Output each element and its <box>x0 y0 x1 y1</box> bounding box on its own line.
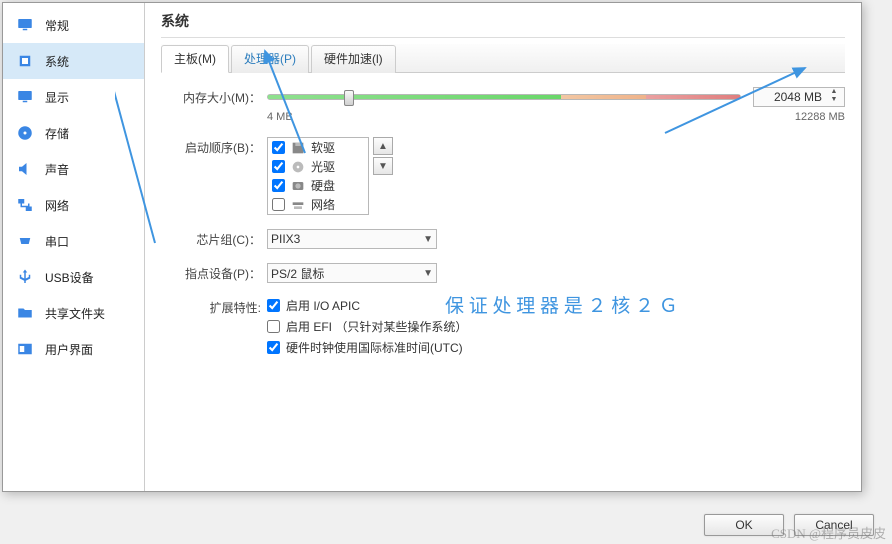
memory-spinner[interactable]: 2048 MB ▲ ▼ <box>753 87 845 107</box>
hdd-icon <box>290 178 306 194</box>
boot-checkbox[interactable] <box>272 198 285 211</box>
sidebar-item-label: 串口 <box>45 233 69 250</box>
sidebar-item-9[interactable]: 用户界面 <box>3 331 144 367</box>
sidebar-item-0[interactable]: 常规 <box>3 7 144 43</box>
chipset-select[interactable]: PIIX3 ▼ <box>267 229 437 249</box>
tab-0[interactable]: 主板(M) <box>161 45 229 73</box>
sidebar-item-7[interactable]: USB设备 <box>3 259 144 295</box>
sidebar-item-label: 网络 <box>45 197 69 214</box>
speaker-icon <box>15 159 35 179</box>
sidebar-item-label: 用户界面 <box>45 341 93 358</box>
boot-item-3[interactable]: 网络 <box>268 195 368 214</box>
netboot-icon <box>290 197 306 213</box>
memory-slider[interactable] <box>267 94 741 100</box>
floppy-icon <box>290 140 306 156</box>
dialog-footer: OK Cancel <box>704 514 874 536</box>
tab-2[interactable]: 硬件加速(l) <box>311 45 396 73</box>
ext-checkbox[interactable] <box>267 320 280 333</box>
sidebar-item-label: 存储 <box>45 125 69 142</box>
sidebar-item-8[interactable]: 共享文件夹 <box>3 295 144 331</box>
sidebar-item-2[interactable]: 显示 <box>3 79 144 115</box>
tab-bar: 主板(M)处理器(P)硬件加速(l) <box>161 44 845 73</box>
extended-label: 扩展特性: <box>161 297 261 316</box>
boot-item-0[interactable]: 软驱 <box>268 138 368 157</box>
boot-item-2[interactable]: 硬盘 <box>268 176 368 195</box>
serial-icon <box>15 231 35 251</box>
chevron-down-icon: ▼ <box>423 234 433 245</box>
boot-label: 启动顺序(B)： <box>161 137 261 156</box>
ext-opt-2[interactable]: 硬件时钟使用国际标准时间(UTC) <box>267 339 845 356</box>
sidebar-item-3[interactable]: 存储 <box>3 115 144 151</box>
move-down-button[interactable]: ▼ <box>373 157 393 175</box>
category-sidebar: 常规系统显示存储声音网络串口 USB设备共享文件夹用户界面 <box>3 3 145 491</box>
sidebar-item-label: 系统 <box>45 53 69 70</box>
sidebar-item-1[interactable]: 系统 <box>3 43 144 79</box>
net-icon <box>15 195 35 215</box>
boot-checkbox[interactable] <box>272 179 285 192</box>
boot-checkbox[interactable] <box>272 141 285 154</box>
ext-opt-0[interactable]: 启用 I/O APIC <box>267 297 845 314</box>
settings-dialog: 常规系统显示存储声音网络串口USB设备共享文件夹用户界面 系统 主板(M)处理器… <box>2 2 862 492</box>
pointing-select[interactable]: PS/2 鼠标 ▼ <box>267 263 437 283</box>
chipset-label: 芯片组(C)： <box>161 229 261 248</box>
sidebar-item-4[interactable]: 声音 <box>3 151 144 187</box>
monitor-icon <box>15 87 35 107</box>
folder-icon <box>15 303 35 323</box>
sidebar-item-5[interactable]: 网络 <box>3 187 144 223</box>
sidebar-item-label: USB设备 <box>45 269 94 286</box>
boot-checkbox[interactable] <box>272 160 285 173</box>
content-panel: 系统 主板(M)处理器(P)硬件加速(l) 内存大小(M)： 2048 MB ▲… <box>145 3 861 491</box>
sidebar-item-label: 常规 <box>45 17 69 34</box>
slider-thumb[interactable] <box>344 90 354 106</box>
ext-checkbox[interactable] <box>267 341 280 354</box>
spin-down[interactable]: ▼ <box>828 97 840 105</box>
ext-opt-1[interactable]: 启用 EFI （只针对某些操作系统） <box>267 318 845 335</box>
sidebar-item-label: 共享文件夹 <box>45 305 105 322</box>
sidebar-item-label: 声音 <box>45 161 69 178</box>
chip-icon <box>15 51 35 71</box>
ui-icon <box>15 339 35 359</box>
scale-min: 4 MB <box>267 111 293 123</box>
cd-icon <box>290 159 306 175</box>
cancel-button[interactable]: Cancel <box>794 514 874 536</box>
disk-icon <box>15 123 35 143</box>
sidebar-item-6[interactable]: 串口 <box>3 223 144 259</box>
tab-1[interactable]: 处理器(P) <box>231 45 309 73</box>
boot-item-1[interactable]: 光驱 <box>268 157 368 176</box>
chevron-down-icon: ▼ <box>423 268 433 279</box>
usb-icon <box>15 267 35 287</box>
section-title: 系统 <box>161 11 845 38</box>
ext-checkbox[interactable] <box>267 299 280 312</box>
scale-max: 12288 MB <box>795 111 845 123</box>
move-up-button[interactable]: ▲ <box>373 137 393 155</box>
monitor-icon <box>15 15 35 35</box>
pointing-label: 指点设备(P)： <box>161 263 261 282</box>
ok-button[interactable]: OK <box>704 514 784 536</box>
sidebar-item-label: 显示 <box>45 89 69 106</box>
memory-label: 内存大小(M)： <box>161 87 261 106</box>
boot-order-list[interactable]: 软驱光驱硬盘网络 <box>267 137 369 215</box>
